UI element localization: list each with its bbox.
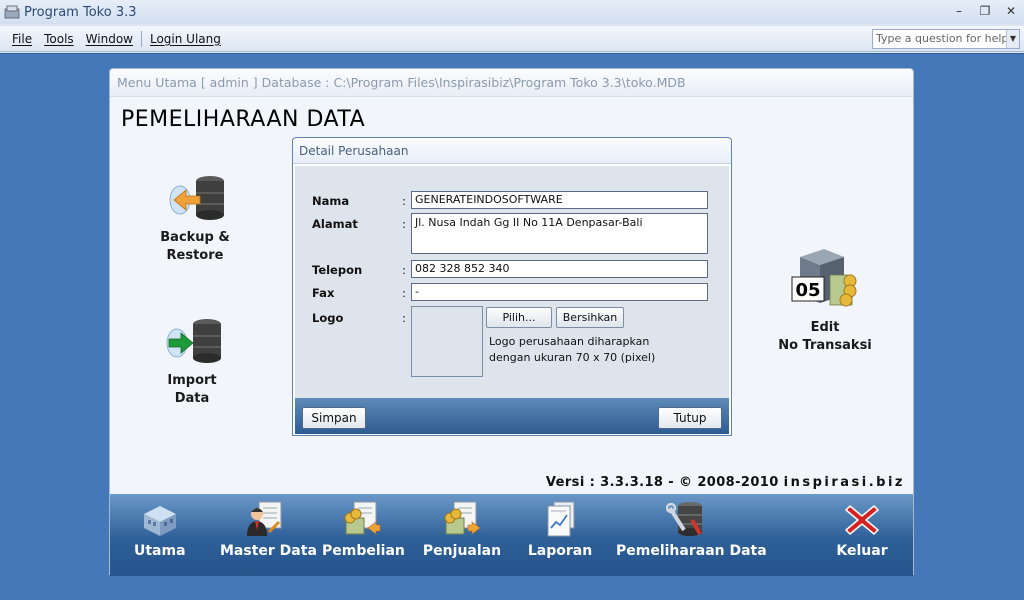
app-icon bbox=[4, 5, 20, 19]
simpan-button[interactable]: Simpan bbox=[302, 407, 366, 429]
logo-colon: : bbox=[402, 311, 406, 325]
report-icon bbox=[547, 501, 575, 537]
telepon-input[interactable]: 082 328 852 340 bbox=[411, 260, 708, 278]
title-bar: Program Toko 3.3 – ❐ ✕ bbox=[0, 0, 1024, 24]
main-menu-window: Menu Utama [ admin ] Database : C:\Progr… bbox=[109, 68, 914, 576]
nama-label: Nama bbox=[312, 194, 350, 208]
edit-no-transaksi-label-1: Edit bbox=[810, 320, 840, 335]
import-data-button[interactable]: Import Data bbox=[152, 316, 232, 408]
dialog-body: Nama : GENERATEINDOSOFTWARE Alamat : Jl.… bbox=[295, 166, 729, 398]
exit-x-icon bbox=[845, 505, 879, 535]
nav-penjualan-label: Penjualan bbox=[422, 543, 502, 559]
nav-pembelian-label: Pembelian bbox=[322, 543, 405, 559]
app-title: Program Toko 3.3 bbox=[24, 4, 137, 20]
purchase-icon bbox=[344, 501, 381, 535]
fax-colon: : bbox=[402, 286, 406, 300]
version-site: inspirasi.biz bbox=[783, 475, 905, 490]
version-text: Versi : 3.3.3.18 - © 2008-2010 bbox=[545, 475, 779, 490]
chevron-down-icon[interactable]: ▼ bbox=[1006, 30, 1019, 48]
nama-input[interactable]: GENERATEINDOSOFTWARE bbox=[411, 191, 708, 209]
nav-utama-label: Utama bbox=[134, 543, 186, 559]
nav-master-data[interactable]: Master Data bbox=[220, 500, 317, 559]
nav-keluar-label: Keluar bbox=[836, 543, 888, 559]
nav-pembelian[interactable]: Pembelian bbox=[322, 500, 405, 559]
menu-tools[interactable]: Tools bbox=[44, 32, 74, 46]
master-data-icon bbox=[247, 501, 282, 536]
menu-file[interactable]: File bbox=[12, 32, 32, 46]
alamat-colon: : bbox=[402, 217, 406, 231]
sales-icon bbox=[444, 501, 481, 535]
bersihkan-button[interactable]: Bersihkan bbox=[556, 307, 624, 328]
backup-restore-label-1: Backup & bbox=[160, 230, 230, 245]
import-data-label-2: Data bbox=[174, 391, 210, 406]
detail-perusahaan-dialog: Detail Perusahaan Nama : GENERATEINDOSOF… bbox=[292, 137, 732, 436]
home-building-icon bbox=[143, 506, 176, 536]
menu-login-ulang[interactable]: Login Ulang bbox=[150, 32, 221, 46]
transaction-badge: 05 bbox=[795, 280, 820, 301]
fax-input[interactable]: - bbox=[411, 283, 708, 301]
mdi-area: Menu Utama [ admin ] Database : C:\Progr… bbox=[0, 53, 1024, 600]
restore-button[interactable]: ❐ bbox=[978, 3, 992, 19]
backup-restore-button[interactable]: Backup & Restore bbox=[155, 173, 235, 265]
pilih-button[interactable]: Pilih... bbox=[486, 307, 552, 328]
alamat-textarea[interactable]: Jl. Nusa Indah Gg II No 11A Denpasar-Bal… bbox=[411, 213, 708, 254]
nav-utama[interactable]: Utama bbox=[134, 500, 186, 559]
dialog-footer: Simpan Tutup bbox=[295, 398, 729, 434]
menu-bar: File Tools Window Login Ulang Type a que… bbox=[0, 26, 1024, 52]
import-data-icon bbox=[166, 319, 221, 363]
edit-transaction-icon: 05 bbox=[791, 249, 857, 307]
menu-window[interactable]: Window bbox=[86, 32, 133, 46]
nav-laporan-label: Laporan bbox=[527, 543, 593, 559]
nav-pemeliharaan-data-label: Pemeliharaan Data bbox=[616, 543, 767, 559]
nama-colon: : bbox=[402, 194, 406, 208]
logo-label: Logo bbox=[312, 311, 344, 325]
tutup-button[interactable]: Tutup bbox=[658, 407, 722, 429]
bottom-nav: Utama Master Data Pembelian Penjualan La… bbox=[110, 494, 913, 576]
nav-pemeliharaan-data[interactable]: Pemeliharaan Data bbox=[616, 500, 767, 559]
close-button[interactable]: ✕ bbox=[1004, 3, 1018, 19]
menu-separator bbox=[140, 30, 142, 47]
help-search-input[interactable]: Type a question for help ▼ bbox=[872, 29, 1020, 49]
window-caption: Menu Utama [ admin ] Database : C:\Progr… bbox=[110, 69, 913, 97]
logo-preview bbox=[411, 306, 483, 377]
nav-penjualan[interactable]: Penjualan bbox=[422, 500, 502, 559]
edit-no-transaksi-button[interactable]: 05 Edit No Transaksi bbox=[775, 245, 875, 355]
maintenance-icon bbox=[666, 502, 702, 536]
dialog-title: Detail Perusahaan bbox=[293, 138, 731, 164]
telepon-colon: : bbox=[402, 263, 406, 277]
alamat-label: Alamat bbox=[312, 217, 358, 231]
fax-label: Fax bbox=[312, 286, 335, 300]
edit-no-transaksi-label-2: No Transaksi bbox=[778, 338, 872, 353]
backup-restore-icon bbox=[169, 176, 224, 220]
version-info: Versi : 3.3.3.18 - © 2008-2010 inspirasi… bbox=[546, 475, 905, 490]
help-placeholder: Type a question for help bbox=[876, 32, 1009, 45]
telepon-label: Telepon bbox=[312, 263, 363, 277]
import-data-label-1: Import bbox=[167, 373, 217, 388]
nav-master-data-label: Master Data bbox=[220, 543, 317, 559]
backup-restore-label-2: Restore bbox=[166, 248, 224, 263]
nav-keluar[interactable]: Keluar bbox=[832, 500, 892, 559]
nav-laporan[interactable]: Laporan bbox=[525, 500, 595, 559]
logo-note: Logo perusahaan diharapkan dengan ukuran… bbox=[489, 335, 656, 364]
minimize-button[interactable]: – bbox=[952, 3, 966, 19]
page-title: PEMELIHARAAN DATA bbox=[121, 107, 366, 132]
